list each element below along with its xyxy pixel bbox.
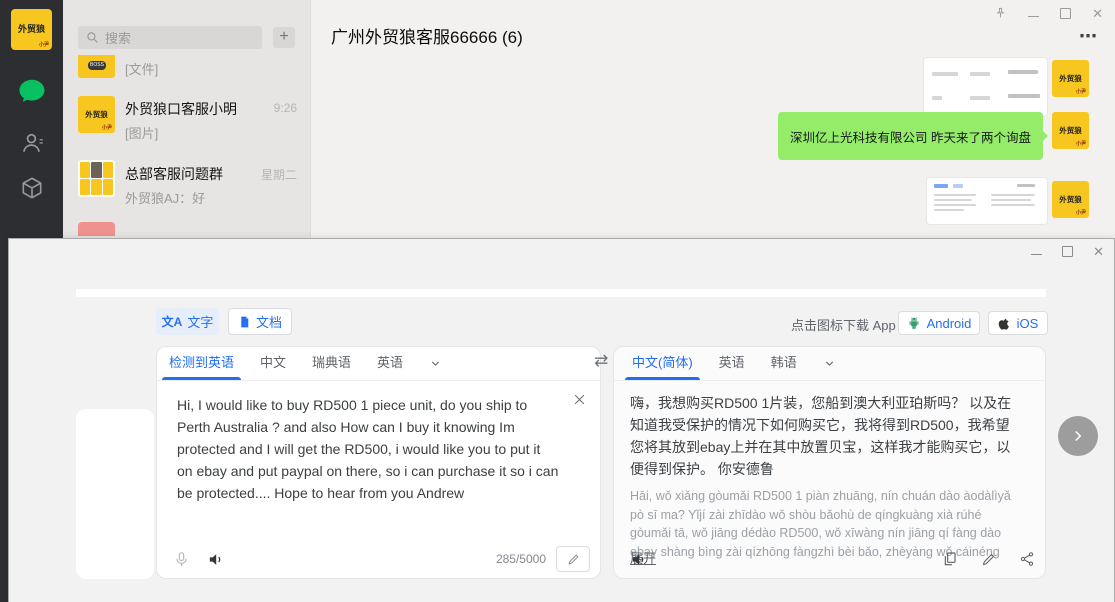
avatar: 外贸狼 小尹 (78, 96, 115, 133)
avatar[interactable]: 外贸狼 小尹 (1052, 60, 1089, 97)
char-count: 285/5000 (496, 552, 546, 566)
screen: 外贸狼 小尹 搜索 + BOSS [文件] 外贸狼 小尹 (0, 0, 1115, 602)
maximize-button[interactable] (1062, 246, 1073, 257)
message-text: 深圳亿上光科技有限公司 昨天来了两个询盘 (790, 127, 1031, 146)
tab-document-mode[interactable]: 文档 (228, 308, 292, 335)
chat-name: 总部客服问题群 (125, 164, 223, 184)
message-image[interactable] (923, 57, 1048, 117)
close-button[interactable]: ✕ (1093, 245, 1104, 258)
window-controls: ✕ (994, 6, 1103, 20)
target-panel: 中文(简体) 英语 韩语 嗨，我想购买RD500 1片装，您船到澳大利亚珀斯吗？… (613, 346, 1046, 579)
chat-preview: [图片] (125, 123, 158, 142)
source-text-input[interactable]: Hi, I would like to buy RD500 1 piece un… (177, 394, 559, 504)
minimize-button[interactable] (1028, 10, 1039, 17)
search-input[interactable]: 搜索 (78, 26, 262, 49)
tab-simplified-chinese[interactable]: 中文(简体) (632, 347, 693, 380)
list-item[interactable] (63, 218, 310, 238)
tab-chinese[interactable]: 中文 (260, 347, 286, 380)
swap-languages-icon[interactable]: ⇄ (594, 351, 608, 371)
speaker-icon[interactable] (207, 551, 224, 568)
list-item[interactable]: BOSS [文件] (63, 49, 310, 89)
pencil-icon (567, 553, 580, 566)
app-logo[interactable]: 外贸狼 小尹 (11, 9, 52, 50)
chevron-down-icon[interactable] (823, 357, 836, 370)
tab-english-target[interactable]: 英语 (719, 347, 745, 380)
avatar (78, 222, 115, 236)
search-placeholder: 搜索 (105, 28, 131, 47)
clear-icon[interactable] (572, 392, 587, 407)
source-toolbar: 285/5000 (173, 544, 590, 574)
share-icon[interactable] (1019, 551, 1035, 567)
avatar[interactable]: 外贸狼 小尹 (1052, 112, 1089, 149)
message-image[interactable] (926, 177, 1048, 225)
download-hint: 点击图标下载 App (791, 315, 896, 334)
maximize-button[interactable] (1060, 8, 1071, 19)
android-icon (907, 316, 921, 330)
source-language-tabs: 检测到英语 中文 瑞典语 英语 (157, 347, 600, 381)
chevron-down-icon[interactable] (429, 357, 442, 370)
translate-icon: 文A (162, 313, 183, 330)
copy-icon[interactable] (942, 551, 958, 567)
android-download-button[interactable]: Android (898, 311, 980, 335)
translated-text: 嗨，我想购买RD500 1片装，您船到澳大利亚珀斯吗？ 以及在知道我受保护的情况… (630, 392, 1022, 480)
group-avatar (78, 160, 115, 197)
tab-english[interactable]: 英语 (377, 347, 403, 380)
source-panel: 检测到英语 中文 瑞典语 英语 Hi, I would like to buy … (156, 346, 601, 579)
avatar[interactable]: 外贸狼 小尹 (1052, 181, 1089, 218)
speaker-icon[interactable] (630, 551, 647, 568)
more-button[interactable]: ⋯ (1079, 26, 1099, 47)
search-icon (86, 31, 99, 44)
apple-icon (998, 317, 1011, 330)
app-logo-subtext: 小尹 (39, 41, 49, 48)
tab-korean[interactable]: 韩语 (771, 347, 797, 380)
tab-text-mode[interactable]: 文A 文字 (156, 308, 219, 335)
chat-preview: 外贸狼AJ：好 (125, 188, 205, 207)
ios-download-button[interactable]: iOS (988, 311, 1048, 335)
target-toolbar (630, 544, 1035, 574)
target-language-tabs: 中文(简体) 英语 韩语 (614, 347, 1045, 381)
chats-icon[interactable] (17, 76, 47, 106)
window-controls: ✕ (1031, 244, 1104, 258)
next-button[interactable] (1058, 416, 1098, 456)
avatar-badge: BOSS (88, 61, 106, 70)
add-chat-button[interactable]: + (273, 27, 295, 48)
chat-time: 星期二 (261, 166, 297, 183)
chat-title: 广州外贸狼客服66666 (6) (331, 23, 523, 48)
edit-button[interactable] (556, 546, 590, 572)
chat-name: 外贸狼口客服小明 (125, 99, 237, 119)
minimize-button[interactable] (1031, 248, 1042, 255)
contacts-icon[interactable] (19, 130, 45, 156)
avatar: BOSS (78, 55, 115, 78)
chat-preview: [文件] (125, 59, 158, 78)
document-icon (238, 315, 251, 329)
list-item[interactable]: 总部客服问题群 星期二 外贸狼AJ：好 (63, 144, 310, 198)
close-button[interactable]: ✕ (1092, 7, 1103, 20)
banner-bottom-strip (76, 289, 1046, 297)
message-bubble[interactable]: 深圳亿上光科技有限公司 昨天来了两个询盘 (778, 112, 1043, 160)
list-item[interactable]: 外贸狼 小尹 外贸狼口客服小明 9:26 [图片] (63, 90, 310, 144)
side-panel-stub (76, 409, 154, 579)
pencil-icon[interactable] (981, 552, 996, 567)
pin-icon[interactable] (994, 6, 1007, 20)
microphone-icon[interactable] (173, 551, 190, 568)
moments-cube-icon[interactable] (19, 175, 45, 201)
chat-time: 9:26 (274, 101, 297, 115)
translator-window: ✕ 文A 文字 文档 点击图标下载 App Android iOS (8, 238, 1115, 602)
tab-detected-language[interactable]: 检测到英语 (169, 347, 234, 380)
app-logo-text: 外贸狼 (11, 22, 52, 35)
tab-swedish[interactable]: 瑞典语 (312, 347, 351, 380)
chevron-right-icon (1069, 427, 1087, 445)
